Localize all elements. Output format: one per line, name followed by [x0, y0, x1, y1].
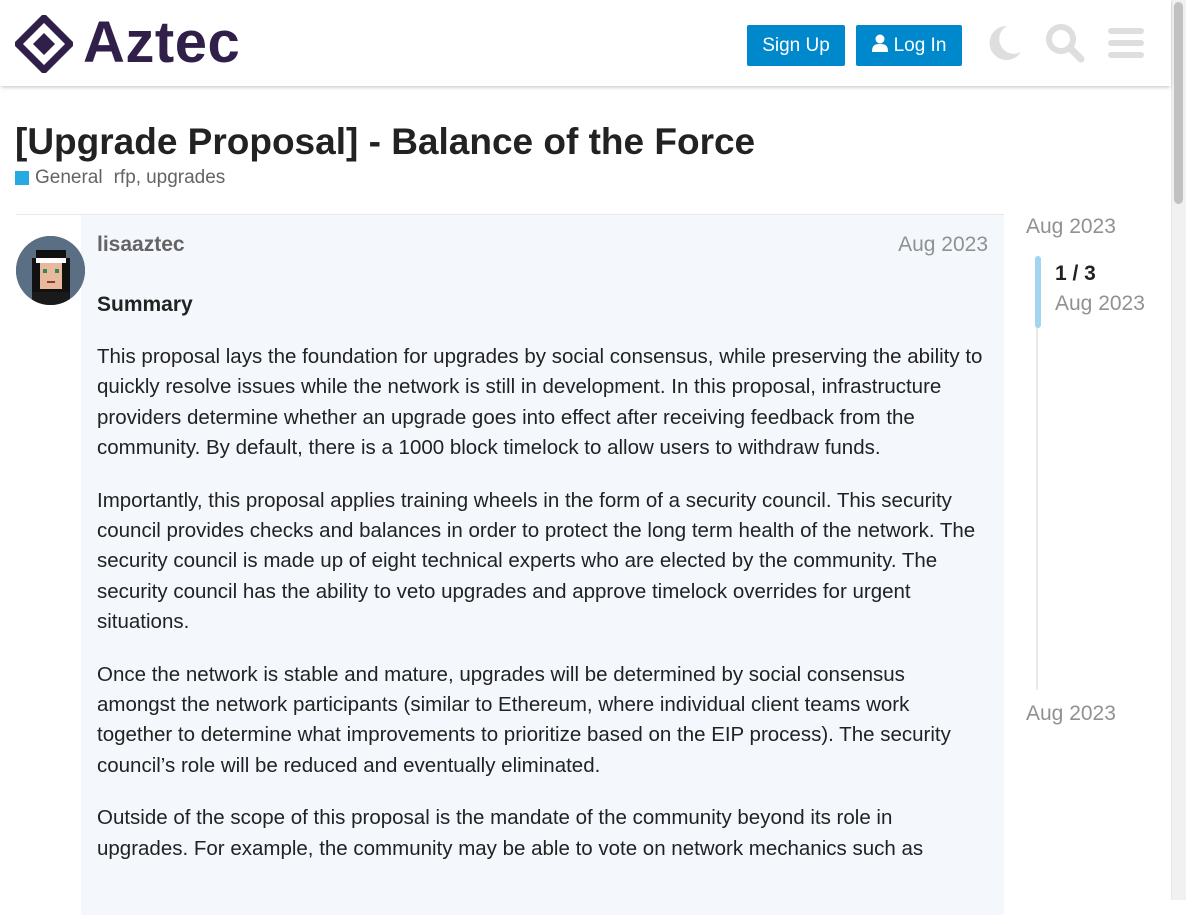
site-header: Aztec Sign Up Log In — [0, 0, 1171, 86]
avatar[interactable] — [16, 236, 85, 305]
sign-up-button[interactable]: Sign Up — [747, 25, 845, 66]
post-username[interactable]: lisaaztec — [97, 233, 185, 257]
post-content: Summary This proposal lays the foundatio… — [97, 290, 987, 886]
timeline-start-date[interactable]: Aug 2023 — [1026, 215, 1116, 239]
sign-up-label: Sign Up — [762, 34, 830, 56]
diamond-logo-icon — [15, 15, 73, 73]
post-date[interactable]: Aug 2023 — [898, 233, 988, 257]
post-paragraph: Importantly, this proposal applies train… — [97, 488, 976, 634]
tag-rfp[interactable]: rfp — [114, 167, 136, 189]
timeline-scroll-handle[interactable] — [1035, 256, 1041, 328]
post-paragraph: Once the network is stable and mature, u… — [97, 662, 951, 777]
tag-separator: , — [135, 167, 142, 188]
site-logo[interactable]: Aztec — [15, 10, 245, 75]
moon-icon[interactable] — [983, 22, 1025, 64]
search-icon[interactable] — [1044, 22, 1086, 64]
topic-title[interactable]: [Upgrade Proposal] - Balance of the Forc… — [15, 120, 755, 164]
post-heading: Summary — [97, 293, 193, 316]
category-link[interactable]: General — [35, 167, 103, 189]
timeline-end-date[interactable]: Aug 2023 — [1026, 702, 1116, 726]
user-icon — [871, 34, 888, 58]
logo-text: Aztec — [83, 10, 241, 75]
topic-category-row: General rfp, upgrades — [15, 166, 225, 190]
log-in-label: Log In — [893, 34, 947, 56]
log-in-button[interactable]: Log In — [856, 25, 962, 66]
scrollbar-thumb[interactable] — [1174, 2, 1183, 204]
post-paragraph: This proposal lays the foundation for up… — [97, 345, 983, 460]
post-paragraph: Outside of the scope of this proposal is… — [97, 806, 924, 860]
hamburger-menu-icon[interactable] — [1105, 22, 1147, 64]
timeline-position: 1 / 3 — [1055, 262, 1096, 285]
timeline-position-date: Aug 2023 — [1055, 292, 1145, 315]
tag-upgrades[interactable]: upgrades — [146, 167, 225, 189]
category-color-badge — [15, 171, 29, 185]
